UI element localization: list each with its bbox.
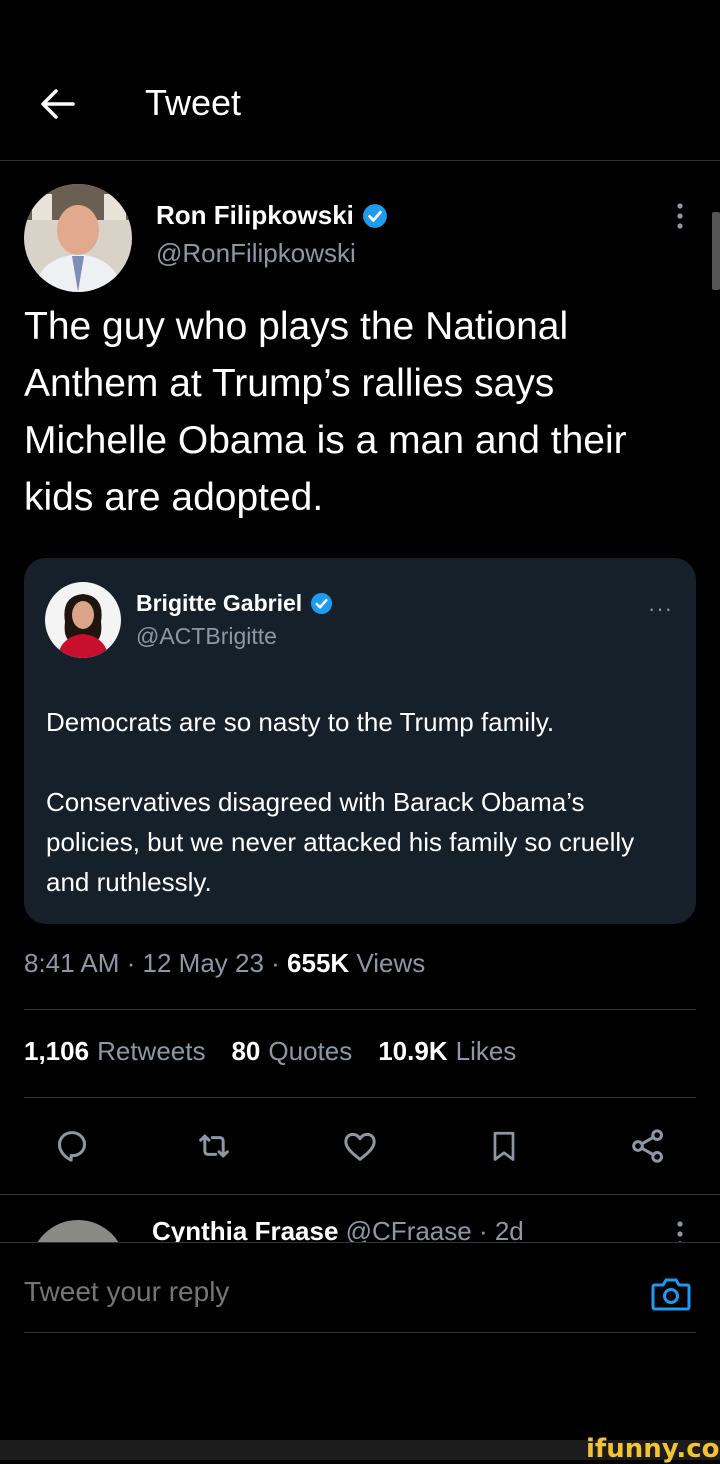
camera-icon: [651, 1278, 691, 1311]
reply-author-handle: @CFraase: [345, 1216, 472, 1242]
more-vertical-icon: [677, 203, 683, 229]
tweet-time: 8:41 AM: [24, 948, 120, 978]
quote-text: Democrats are so nasty to the Trump fami…: [46, 702, 676, 942]
divider: [0, 1194, 720, 1195]
tweet-text: The guy who plays the National Anthem at…: [24, 305, 627, 519]
reply-author-line: Cynthia Fraase @CFraase · 2d: [152, 1216, 524, 1242]
views-label: Views: [349, 948, 426, 978]
quote-more-button[interactable]: ···: [648, 596, 673, 622]
tweet-date: 12 May 23: [142, 948, 264, 978]
share-icon: [632, 1129, 663, 1163]
bookmark-icon: [493, 1131, 515, 1161]
tweet-meta: 8:41 AM · 12 May 23 · 655K Views: [24, 948, 425, 979]
top-bar: [0, 0, 720, 161]
author-handle[interactable]: @RonFilipkowski: [156, 238, 356, 269]
heart-icon: [344, 1132, 376, 1161]
quotes-stat[interactable]: 80 Quotes: [231, 1036, 352, 1067]
quotes-count: 80: [231, 1036, 261, 1066]
scrollbar[interactable]: [712, 212, 720, 290]
composer-divider: [0, 1242, 720, 1243]
back-button[interactable]: [36, 82, 80, 126]
divider: [24, 1097, 696, 1098]
reply-time: 2d: [494, 1216, 524, 1242]
retweets-stat[interactable]: 1,106 Retweets: [24, 1036, 205, 1067]
retweet-icon: [199, 1134, 229, 1158]
arrow-left-icon: [41, 89, 75, 119]
more-options-button[interactable]: [668, 200, 692, 236]
reply-button[interactable]: [48, 1122, 96, 1170]
retweets-label: Retweets: [97, 1036, 206, 1066]
likes-label: Likes: [455, 1036, 517, 1066]
engagement-stats: 1,106 Retweets 80 Quotes 10.9K Likes: [24, 1036, 516, 1067]
meta-separator: ·: [263, 948, 288, 978]
retweet-button[interactable]: [190, 1122, 238, 1170]
reply-input[interactable]: [24, 1276, 584, 1308]
share-button[interactable]: [624, 1122, 672, 1170]
reply-preview[interactable]: Cynthia Fraase @CFraase · 2d: [0, 1196, 720, 1242]
more-vertical-icon: [677, 1221, 683, 1242]
quote-paragraph: Democrats are so nasty to the Trump fami…: [46, 707, 555, 737]
likes-stat[interactable]: 10.9K Likes: [378, 1036, 516, 1067]
retweets-count: 1,106: [24, 1036, 90, 1066]
verified-badge-icon: [363, 203, 387, 228]
quotes-label: Quotes: [268, 1036, 353, 1066]
quote-author-name: Brigitte Gabriel: [136, 590, 303, 616]
camera-button[interactable]: [650, 1274, 692, 1314]
views-count: 655K: [287, 948, 350, 978]
composer-underline: [24, 1332, 696, 1333]
divider: [24, 1009, 696, 1010]
like-button[interactable]: [336, 1122, 384, 1170]
bookmark-button[interactable]: [480, 1122, 528, 1170]
reply-author-name: Cynthia Fraase: [152, 1216, 339, 1242]
quote-author-name-row[interactable]: Brigitte Gabriel: [136, 590, 333, 617]
reply-icon: [58, 1131, 86, 1162]
page-title: Tweet: [145, 82, 242, 123]
reply-more-button[interactable]: [668, 1218, 692, 1242]
author-name: Ron Filipkowski: [156, 200, 354, 230]
reply-separator: ·: [471, 1216, 495, 1242]
reply-author-avatar[interactable]: [30, 1220, 126, 1242]
quote-author-avatar[interactable]: [45, 582, 121, 658]
quote-paragraph: Conservatives disagreed with Barack Obam…: [46, 787, 635, 897]
quote-author-handle: @ACTBrigitte: [136, 623, 277, 649]
meta-separator: ·: [119, 948, 143, 978]
verified-badge-icon: [311, 592, 333, 615]
author-avatar[interactable]: [24, 184, 132, 292]
author-name-row[interactable]: Ron Filipkowski: [156, 200, 388, 231]
likes-count: 10.9K: [378, 1036, 448, 1066]
